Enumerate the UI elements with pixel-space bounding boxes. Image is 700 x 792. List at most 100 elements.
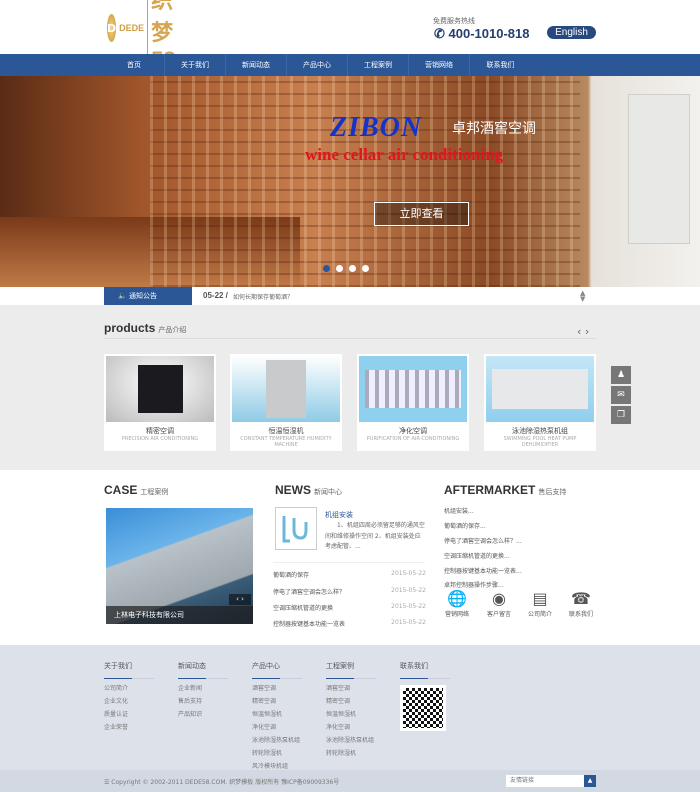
aftermarket-item[interactable]: 控制器按键基本功能一览表... (444, 566, 522, 575)
nav-network[interactable]: 营销网络 (409, 54, 470, 76)
footer-link[interactable]: 风冷模块机组 (252, 763, 302, 770)
nav-products[interactable]: 产品中心 (287, 54, 348, 76)
products-arrows[interactable]: ‹ › (577, 325, 589, 338)
product-name: 净化空调 (399, 427, 427, 435)
news-item-title[interactable]: 葡萄酒的保存 (273, 570, 309, 579)
news-item-title[interactable]: 空调压缩机管道的更换 (273, 603, 333, 612)
footer-link[interactable]: 酒窖空调 (326, 685, 376, 692)
caret-up-icon[interactable]: ▲ (584, 775, 596, 787)
aftermarket-link-contact[interactable]: ☎ 联系我们 (563, 589, 599, 618)
friend-links-select[interactable]: 友情链接 (506, 775, 584, 787)
footer-link[interactable]: 净化空调 (326, 724, 376, 731)
aftermarket-header: AFTERMARKET 售后支持 (444, 483, 566, 497)
news-item-date: 2015-05-22 (391, 587, 426, 594)
chevron-left-icon[interactable]: ‹ (577, 325, 581, 338)
footer-link[interactable]: 产品知识 (178, 711, 228, 718)
footer-link[interactable]: 净化空调 (252, 724, 302, 731)
footer-link[interactable]: 企业新闻 (178, 685, 228, 692)
slider-dot[interactable] (349, 265, 356, 272)
main-nav: 首页 关于我们 新闻动态 产品中心 工程案例 营销网络 联系我们 (0, 54, 700, 76)
aftermarket-link-profile[interactable]: ▤ 公司简介 (522, 589, 558, 618)
phone-icon: ✆ (434, 26, 449, 41)
aftermarket-item[interactable]: 葡萄酒的保存... (444, 521, 486, 530)
view-now-button[interactable]: 立即查看 (374, 202, 469, 226)
english-button[interactable]: English (547, 26, 596, 39)
footer-link[interactable]: 泳池除湿热泵机组 (252, 737, 302, 744)
footer-link[interactable]: 酒窖空调 (252, 685, 302, 692)
footer-link[interactable]: 企业荣誉 (104, 724, 154, 731)
nav-home[interactable]: 首页 (104, 54, 165, 76)
aftermarket-subtitle: 售后支持 (538, 488, 567, 496)
aftermarket-item[interactable]: 空调压缩机管道的更换... (444, 551, 510, 560)
nav-news[interactable]: 新闻动态 (226, 54, 287, 76)
aftermarket-link-label: 营销网络 (444, 611, 469, 618)
news-item-title[interactable]: 停电了酒窖空调会怎么样？ (273, 587, 345, 596)
banner-ac-unit (628, 94, 690, 244)
footer-column-title: 新闻动态 (178, 661, 228, 679)
banner-slider[interactable] (0, 76, 700, 287)
news-item[interactable]: 空调压缩机管道的更换 2015-05-22 (273, 603, 426, 612)
news-featured-title[interactable]: 机组安装 (325, 510, 353, 520)
product-card[interactable]: 泳池除湿热泵机组 SWIMMING POOL HEAT PUMP DEHUMIDI… (484, 354, 596, 451)
product-card[interactable]: 净化空调 PURIFICATION OF AIR-CONDITIONING (357, 354, 469, 451)
aftermarket-link-message[interactable]: ◉ 客户留言 (481, 589, 517, 618)
product-card[interactable]: 恒温恒湿机 CONSTANT TEMPERATURE HUMIDITY MACHI… (230, 354, 342, 451)
qq-icon[interactable]: ♟ (611, 366, 631, 384)
footer-link[interactable]: 泳池除湿热泵机组 (326, 737, 376, 744)
footer-link[interactable]: 转轮除湿机 (252, 750, 302, 757)
case-caption[interactable]: 上林电子科技有限公司 (106, 606, 253, 624)
nav-cases[interactable]: 工程案例 (348, 54, 409, 76)
logo[interactable]: D DEDE 织梦58 (107, 0, 192, 73)
aftermarket-item[interactable]: 卓邦控制器操作步骤... (444, 580, 504, 589)
footer-column: 关于我们公司简介企业文化质量认证企业荣誉 (104, 661, 154, 731)
header: D DEDE 织梦58 免费服务热线 ✆ 400-1010-818 Englis… (0, 0, 700, 73)
footer-link[interactable]: 质量认证 (104, 711, 154, 718)
slider-dot[interactable] (362, 265, 369, 272)
divider (273, 562, 425, 563)
speaker-icon: 🔈 (118, 292, 129, 300)
footer-link[interactable]: 售后支持 (178, 698, 228, 705)
footer-link[interactable]: 恒温恒湿机 (252, 711, 302, 718)
aftermarket-link-network[interactable]: 🌐 营销网络 (439, 589, 475, 618)
news-item[interactable]: 停电了酒窖空调会怎么样？ 2015-05-22 (273, 587, 426, 596)
footer-link[interactable]: 企业文化 (104, 698, 154, 705)
footer: 关于我们 公司简介 企业文化 质量认证 企业荣誉 新闻动态 企业新闻 售后支持 产品知识 产品中心… (0, 645, 700, 770)
hotline: ✆ 400-1010-818 (434, 26, 529, 42)
footer-column-title: 联系我们 (400, 661, 450, 679)
products-header: products 产品介绍 (104, 321, 596, 339)
product-card[interactable]: 精密空调 PRECISION AIR CONDITIONING (104, 354, 216, 451)
news-item-title[interactable]: 控制器按键基本功能一览表 (273, 619, 345, 628)
product-name: 精密空调 (146, 427, 174, 435)
news-item-date: 2015-05-22 (391, 603, 426, 610)
banner-tagline: wine cellar air conditioning (305, 145, 504, 164)
nav-contact[interactable]: 联系我们 (470, 54, 531, 76)
news-header: NEWS 新闻中心 (275, 483, 342, 497)
chevron-right-icon[interactable]: › (585, 325, 589, 338)
news-item[interactable]: 控制器按键基本功能一览表 2015-05-22 (273, 619, 426, 628)
footer-link[interactable]: 转轮除湿机 (326, 750, 376, 757)
case-subtitle: 工程案例 (140, 488, 169, 496)
banner-brand: ZIBON (330, 112, 423, 143)
footer-link[interactable]: 精密空调 (326, 698, 376, 705)
hotline-label: 免费服务热线 (433, 17, 475, 25)
news-item[interactable]: 葡萄酒的保存 2015-05-22 (273, 570, 426, 579)
slider-dot[interactable] (323, 265, 330, 272)
news-thumbnail[interactable] (275, 507, 317, 550)
notice-date: 05-22 / (203, 291, 228, 300)
banner-wine-racks (150, 76, 580, 287)
footer-link[interactable]: 公司简介 (104, 685, 154, 692)
aftermarket-item[interactable]: 机组安装... (444, 506, 474, 515)
footer-column-title: 关于我们 (104, 661, 154, 679)
nav-about[interactable]: 关于我们 (165, 54, 226, 76)
notice-link[interactable]: 如何长期保存葡萄酒？ (233, 292, 293, 301)
up-down-arrows-icon[interactable]: ▲ ▼ (580, 290, 585, 303)
footer-link[interactable]: 恒温恒湿机 (326, 711, 376, 718)
footer-link[interactable]: 精密空调 (252, 698, 302, 705)
window-icon[interactable]: ❐ (611, 406, 631, 424)
copyright: ☰ Copyright © 2002-2011 DEDE58.COM. 织梦模板… (104, 777, 339, 786)
slider-dot[interactable] (336, 265, 343, 272)
wechat-icon[interactable]: ✉ (611, 386, 631, 404)
aftermarket-item[interactable]: 停电了酒窖空调会怎么样？... (444, 536, 522, 545)
news-item-date: 2015-05-22 (391, 570, 426, 577)
case-arrows[interactable]: ‹ › (229, 594, 251, 605)
